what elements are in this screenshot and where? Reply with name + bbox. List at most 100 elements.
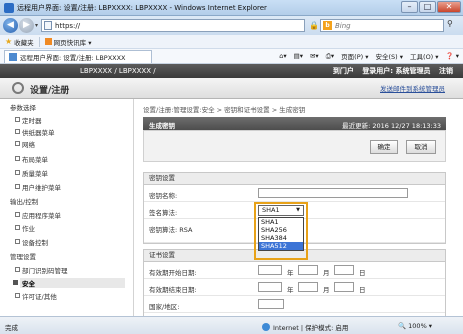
start-year-input[interactable] <box>258 265 282 275</box>
favorites-bar: ★ 收藏夹 网页快讯库 ▾ <box>0 35 463 49</box>
sidebar-section-preferences: 参数选择 <box>10 104 36 112</box>
page-header: LBPXXXX / LBPXXXX / 到门户 登录用户: 系统管理员 注销 <box>0 64 463 78</box>
close-button[interactable]: ✕ <box>437 1 461 13</box>
start-day-input[interactable] <box>334 265 354 275</box>
dropdown-arrow-icon: ▼ <box>296 207 300 213</box>
sidebar-item-job[interactable]: 作业 <box>15 223 35 233</box>
history-dropdown-icon[interactable]: ▾ <box>35 22 38 29</box>
sidebar-item-device-control[interactable]: 设备控制 <box>15 237 48 247</box>
logout-link[interactable]: 注销 <box>439 67 453 75</box>
print-icon[interactable]: ⎙▾ <box>326 52 334 61</box>
key-name-input[interactable] <box>258 188 408 198</box>
tools-menu[interactable]: 工具(O) ▾ <box>410 51 439 61</box>
end-year-input[interactable] <box>258 282 282 292</box>
divider <box>38 36 40 47</box>
end-date-label: 有效期结束日期: <box>149 286 197 294</box>
web-slice-icon <box>44 38 52 45</box>
sidebar-item-user-maintenance[interactable]: 用户维护菜单 <box>15 182 61 192</box>
url-field[interactable]: https:// <box>41 19 306 32</box>
end-month-input[interactable] <box>298 282 318 292</box>
country-row: 国家/地区: <box>144 296 445 313</box>
window-controls: – □ ✕ <box>401 1 461 13</box>
key-settings-section: 密钥设置 密钥名称: 签名算法: SHA1 ▼ SHA1 SHA256 SHA3… <box>143 172 446 260</box>
login-user-text: 登录用户: 系统管理员 <box>362 67 431 75</box>
search-input[interactable]: b Bing <box>320 19 444 32</box>
lock-icon[interactable]: 🔒 <box>309 21 319 30</box>
page-title: 设置/注册 <box>30 86 70 96</box>
address-bar: ◀ ▶ ▾ https:// 🔒 ↻ ✕ b Bing ⚲ <box>0 16 463 35</box>
forward-button[interactable]: ▶ <box>19 18 34 33</box>
feeds-icon[interactable]: ▤▾ <box>294 52 303 60</box>
sig-algorithm-select[interactable]: SHA1 ▼ <box>258 205 304 216</box>
status-text: 完成 <box>5 324 18 332</box>
settings-icon <box>12 82 24 94</box>
tab-title: 远程用户界面: 设置/注册: LBPXXXX <box>20 53 126 62</box>
option-sha1[interactable]: SHA1 <box>259 218 303 226</box>
sidebar-item-layout[interactable]: 布局菜单 <box>15 154 48 164</box>
search-icon[interactable]: ⚲ <box>447 19 453 28</box>
end-day-input[interactable] <box>334 282 354 292</box>
header-links: 到门户 登录用户: 系统管理员 注销 <box>327 66 453 76</box>
zoom-control[interactable]: 🔍 100% ▾ <box>398 322 432 330</box>
country-input[interactable] <box>258 299 284 309</box>
sidebar-item-quality[interactable]: 质量菜单 <box>15 168 48 178</box>
page-icon <box>44 21 53 30</box>
sub-header: 设置/注册 发送邮件到系统管理员 <box>0 78 463 99</box>
ok-button[interactable]: 确定 <box>370 140 398 154</box>
safety-menu[interactable]: 安全(S) ▾ <box>376 51 404 61</box>
breadcrumb: 设置/注册:管理设置:安全 > 密钥和证书设置 > 生成密钥 <box>143 106 306 114</box>
main-content: 设置/注册:管理设置:安全 > 密钥和证书设置 > 生成密钥 生成密钥 最近更新… <box>135 99 463 316</box>
help-menu[interactable]: ❓ ▾ <box>446 52 459 60</box>
day-unit: 日 <box>359 286 366 294</box>
option-sha384[interactable]: SHA384 <box>259 234 303 242</box>
start-date-row: 有效期开始日期: 年 月 日 <box>144 262 445 279</box>
browser-tab[interactable]: 远程用户界面: 设置/注册: LBPXXXX <box>4 49 152 63</box>
web-slice-gallery[interactable]: 网页快讯库 ▾ <box>54 37 92 47</box>
start-month-input[interactable] <box>298 265 318 275</box>
section-title: 生成密钥 <box>149 122 175 130</box>
month-unit: 月 <box>323 286 330 294</box>
to-portal-link[interactable]: 到门户 <box>333 67 354 75</box>
sidebar-item-license-other[interactable]: 许可证/其他 <box>15 291 57 301</box>
start-date-label: 有效期开始日期: <box>149 269 197 277</box>
last-updated: 最近更新: 2016 12/27 18:13:33 <box>342 122 441 130</box>
day-unit: 日 <box>359 269 366 277</box>
sidebar-item-application[interactable]: 应用程序菜单 <box>15 210 61 220</box>
sig-algorithm-value: SHA1 <box>262 206 280 214</box>
sig-algorithm-label: 签名算法: <box>149 209 178 217</box>
option-sha512[interactable]: SHA512 <box>259 242 303 250</box>
cancel-button[interactable]: 取消 <box>406 140 436 154</box>
sidebar-item-paper-source[interactable]: 供纸器菜单 <box>15 127 55 137</box>
sidebar-item-department-id[interactable]: 部门识别码管理 <box>15 265 68 275</box>
sidebar-section-output-control: 输出/控制 <box>10 198 39 206</box>
back-button[interactable]: ◀ <box>3 18 18 33</box>
home-icon[interactable]: ⌂▾ <box>279 52 286 60</box>
window-title: 远程用户界面: 设置/注册: LBPXXXX: LBPXXXX - Window… <box>17 3 267 12</box>
sig-algorithm-dropdown: SHA1 SHA256 SHA384 SHA512 <box>258 217 304 251</box>
command-bar: 远程用户界面: 设置/注册: LBPXXXX ⌂▾ ▤▾ ✉▾ ⎙▾ 页面(P)… <box>0 49 463 64</box>
minimize-button[interactable]: – <box>401 1 418 13</box>
cert-settings-section: 证书设置 有效期开始日期: 年 月 日 有效期结束日期: 年 月 日 国家/地区… <box>143 249 446 316</box>
favorites-star-icon[interactable]: ★ <box>5 37 12 46</box>
key-name-row: 密钥名称: <box>144 185 445 202</box>
status-bar: 完成 Internet | 保护模式: 启用 🔍 100% ▾ <box>0 316 463 334</box>
end-date-row: 有效期结束日期: 年 月 日 <box>144 279 445 296</box>
tab-page-icon <box>9 52 17 61</box>
page-menu[interactable]: 页面(P) ▾ <box>341 51 368 61</box>
sidebar-item-timer[interactable]: 定时器 <box>15 115 42 125</box>
month-unit: 月 <box>323 269 330 277</box>
cert-settings-header: 证书设置 <box>144 250 445 262</box>
globe-icon <box>262 323 270 331</box>
window-title-bar: 远程用户界面: 设置/注册: LBPXXXX: LBPXXXX - Window… <box>0 0 463 16</box>
maximize-button[interactable]: □ <box>419 1 436 13</box>
sidebar-item-security[interactable]: 安全 <box>13 278 125 288</box>
sidebar-section-management: 管理设置 <box>10 253 36 261</box>
sig-algorithm-row: 签名算法: SHA1 ▼ SHA1 SHA256 SHA384 SHA512 <box>144 202 445 260</box>
mail-admin-link[interactable]: 发送邮件到系统管理员 <box>380 83 445 93</box>
device-model: LBPXXXX / LBPXXXX / <box>80 67 156 75</box>
sidebar-item-network[interactable]: 网络 <box>15 139 35 149</box>
option-sha256[interactable]: SHA256 <box>259 226 303 234</box>
mail-icon[interactable]: ✉▾ <box>310 52 319 60</box>
favorites-label[interactable]: 收藏夹 <box>14 37 34 47</box>
security-zone: Internet | 保护模式: 启用 <box>262 322 348 332</box>
